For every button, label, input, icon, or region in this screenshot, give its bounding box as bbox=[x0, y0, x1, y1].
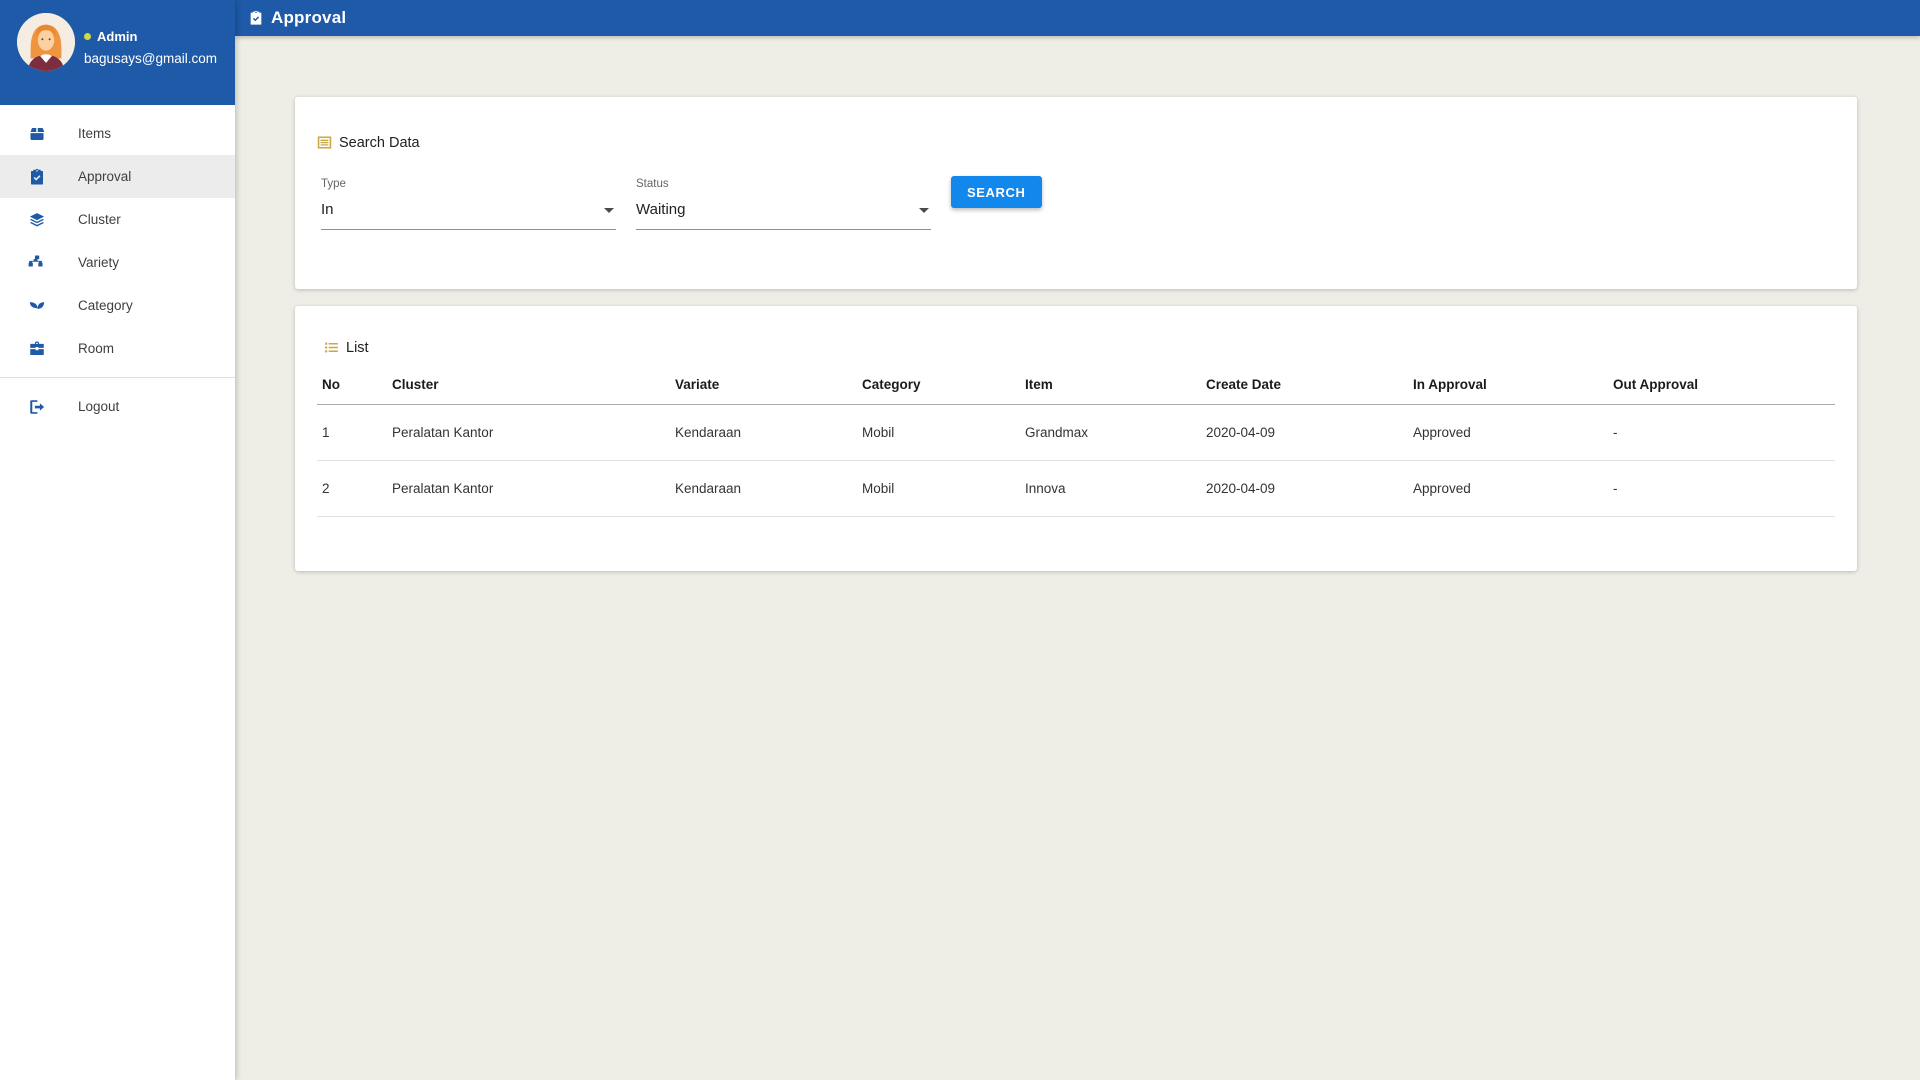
seedling-icon bbox=[28, 297, 46, 315]
approval-table: No Cluster Variate Category Item Create … bbox=[317, 369, 1835, 517]
user-info: Admin bagusays@gmail.com bbox=[84, 29, 217, 66]
cell-item: Grandmax bbox=[1020, 404, 1201, 461]
sidebar-item-cluster[interactable]: Cluster bbox=[0, 198, 235, 241]
chevron-down-icon bbox=[919, 207, 929, 213]
sidebar-item-label: Category bbox=[78, 298, 133, 313]
cell-create-date: 2020-04-09 bbox=[1201, 404, 1408, 461]
cell-create-date: 2020-04-09 bbox=[1201, 460, 1408, 517]
sidebar-menu: Items Approval Cluster Variety Category … bbox=[0, 105, 235, 428]
list-card-title-label: List bbox=[346, 339, 369, 356]
type-field-group: Type In bbox=[321, 178, 616, 230]
search-card-title: Search Data bbox=[295, 97, 1857, 151]
sidebar-item-label: Cluster bbox=[78, 212, 121, 227]
sidebar-item-label: Approval bbox=[78, 169, 132, 184]
col-header-cluster: Cluster bbox=[387, 369, 670, 405]
clipboard-check-icon bbox=[248, 10, 264, 26]
cell-category: Mobil bbox=[857, 404, 1020, 461]
sidebar-item-logout[interactable]: Logout bbox=[0, 385, 235, 428]
col-header-out-approval: Out Approval bbox=[1608, 369, 1835, 405]
sidebar-item-variety[interactable]: Variety bbox=[0, 241, 235, 284]
menu-divider bbox=[0, 377, 235, 378]
cell-in-approval: Approved bbox=[1408, 404, 1608, 461]
sidebar-item-label: Room bbox=[78, 341, 115, 356]
sidebar: Admin bagusays@gmail.com Items Approval … bbox=[0, 0, 235, 1080]
search-card: Search Data Type In Status Waiting SEARC… bbox=[295, 97, 1857, 289]
list-alt-icon bbox=[316, 134, 333, 151]
sitemap-icon bbox=[28, 254, 46, 272]
type-select-value: In bbox=[321, 201, 334, 218]
cell-variate: Kendaraan bbox=[670, 404, 857, 461]
status-select[interactable]: Waiting bbox=[636, 200, 931, 230]
sidebar-item-room[interactable]: Room bbox=[0, 327, 235, 370]
cell-cluster: Peralatan Kantor bbox=[387, 404, 670, 461]
cell-category: Mobil bbox=[857, 460, 1020, 517]
approval-icon bbox=[28, 168, 46, 186]
user-email: bagusays@gmail.com bbox=[84, 51, 218, 66]
briefcase-icon bbox=[28, 340, 46, 358]
cell-no: 2 bbox=[317, 460, 387, 517]
list-card-title: List bbox=[295, 306, 1857, 356]
cell-item: Innova bbox=[1020, 460, 1201, 517]
col-header-variate: Variate bbox=[670, 369, 857, 405]
list-card: List No Cluster Variate Category Item Cr… bbox=[295, 306, 1857, 571]
layers-icon bbox=[28, 211, 46, 229]
cell-cluster: Peralatan Kantor bbox=[387, 460, 670, 517]
table-row: 2 Peralatan Kantor Kendaraan Mobil Innov… bbox=[317, 460, 1835, 517]
table-header-row: No Cluster Variate Category Item Create … bbox=[317, 369, 1835, 405]
col-header-create-date: Create Date bbox=[1201, 369, 1408, 405]
sidebar-item-label: Items bbox=[78, 126, 112, 141]
search-button[interactable]: SEARCH bbox=[951, 176, 1042, 208]
avatar bbox=[17, 13, 75, 71]
type-label: Type bbox=[321, 178, 346, 190]
items-icon bbox=[28, 125, 46, 143]
user-panel: Admin bagusays@gmail.com bbox=[0, 0, 235, 105]
list-ul-icon bbox=[323, 339, 340, 356]
page-header: Approval bbox=[235, 0, 1920, 36]
status-field-group: Status Waiting bbox=[636, 178, 931, 230]
sidebar-item-approval[interactable]: Approval bbox=[0, 155, 235, 198]
status-label: Status bbox=[636, 178, 669, 190]
sidebar-item-label: Logout bbox=[78, 399, 120, 414]
col-header-category: Category bbox=[857, 369, 1020, 405]
sidebar-item-category[interactable]: Category bbox=[0, 284, 235, 327]
type-select[interactable]: In bbox=[321, 200, 616, 230]
cell-no: 1 bbox=[317, 404, 387, 461]
cell-variate: Kendaraan bbox=[670, 460, 857, 517]
sidebar-item-items[interactable]: Items bbox=[0, 112, 235, 155]
cell-out-approval: - bbox=[1608, 460, 1835, 517]
cell-out-approval: - bbox=[1608, 404, 1835, 461]
sign-out-icon bbox=[28, 398, 46, 416]
sidebar-item-label: Variety bbox=[78, 255, 120, 270]
user-name: Admin bbox=[84, 29, 217, 44]
online-status-dot bbox=[84, 33, 91, 40]
chevron-down-icon bbox=[604, 207, 614, 213]
page-title: Approval bbox=[271, 8, 347, 27]
cell-in-approval: Approved bbox=[1408, 460, 1608, 517]
col-header-no: No bbox=[317, 369, 387, 405]
search-card-title-label: Search Data bbox=[339, 134, 420, 151]
user-name-label: Admin bbox=[97, 29, 138, 44]
table-row: 1 Peralatan Kantor Kendaraan Mobil Grand… bbox=[317, 404, 1835, 461]
status-select-value: Waiting bbox=[636, 201, 686, 218]
col-header-in-approval: In Approval bbox=[1408, 369, 1608, 405]
col-header-item: Item bbox=[1020, 369, 1201, 405]
